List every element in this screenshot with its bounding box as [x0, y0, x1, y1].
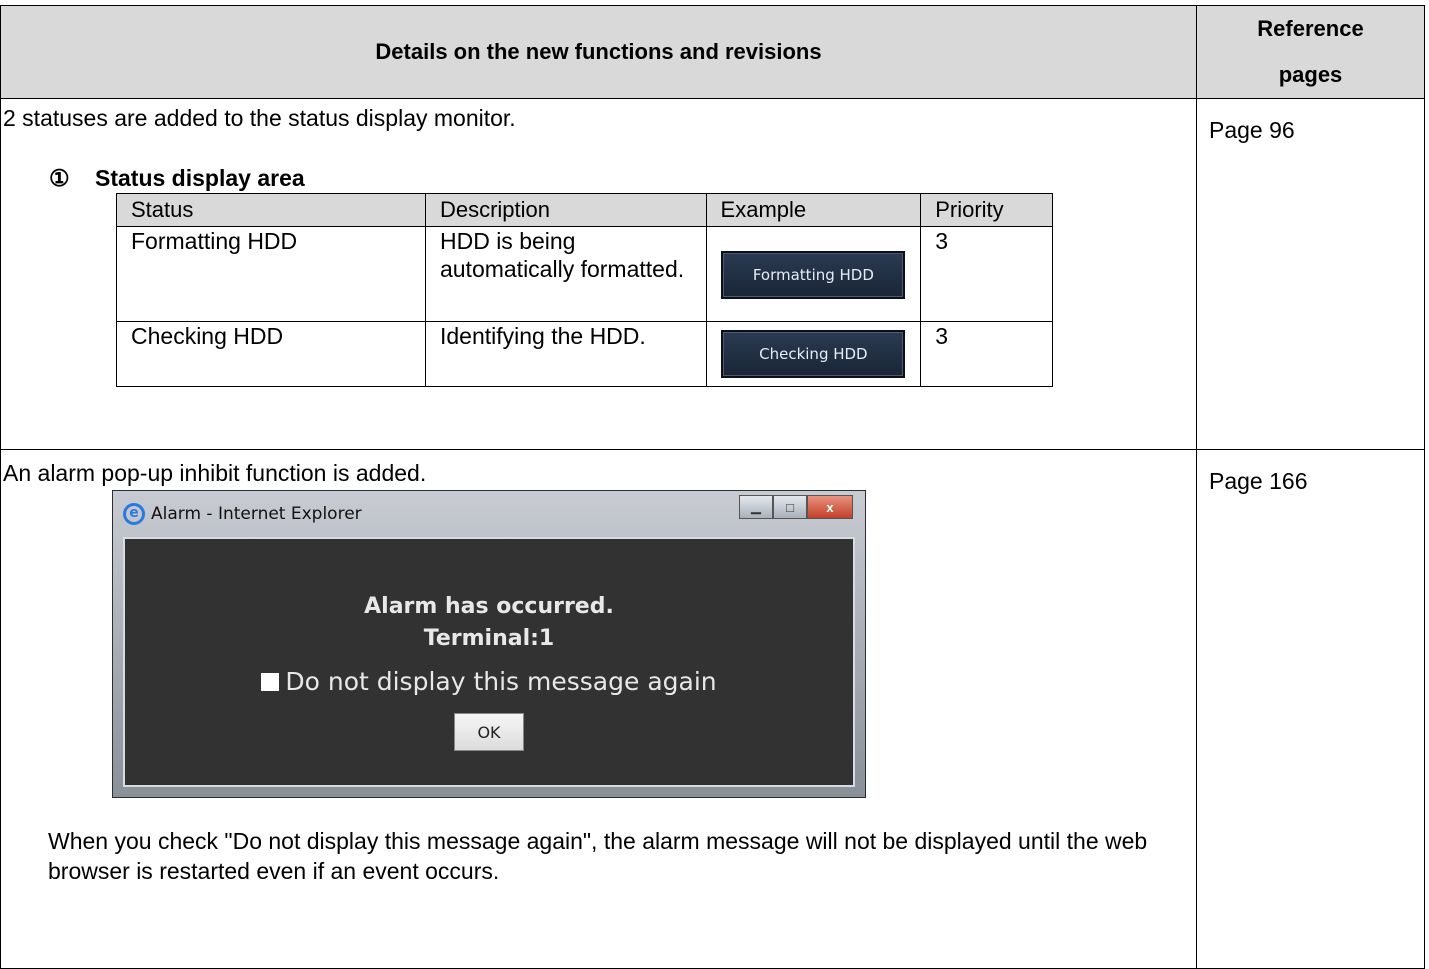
formatting-hdd-status-badge: Formatting HDD: [721, 251, 906, 299]
minimize-icon[interactable]: ▁: [739, 495, 773, 519]
alarm-message-line1: Alarm has occurred.: [364, 594, 614, 619]
internet-explorer-icon: e: [123, 503, 145, 525]
reference-header-line1: Reference: [1257, 16, 1364, 41]
circled-number: ①: [49, 165, 70, 191]
col-header-priority: Priority: [920, 193, 1053, 227]
alarm-reference-cell: Page 166: [1196, 449, 1425, 969]
popup-titlebar: e Alarm - Internet Explorer: [123, 499, 362, 529]
priority-cell: 3: [920, 321, 1053, 387]
status-cell: Formatting HDD: [116, 226, 426, 322]
reference-header: Reference pages: [1196, 5, 1425, 99]
window-controls: ▁ □ x: [739, 495, 853, 519]
reference-header-line2: pages: [1278, 62, 1343, 87]
status-revision-row: 2 statuses are added to the status displ…: [0, 98, 1425, 450]
table-row: Formatting HDD HDD is being automaticall…: [116, 226, 1053, 322]
status-cell: Checking HDD: [116, 321, 426, 387]
popup-window-title: Alarm - Internet Explorer: [151, 504, 362, 524]
status-table: Status Description Example Priority Form…: [116, 193, 1053, 387]
status-table-header: Status Description Example Priority: [116, 193, 1053, 227]
section-heading: ① Status display area: [49, 163, 1196, 193]
priority-cell: 3: [920, 226, 1053, 322]
status-reference-cell: Page 96: [1196, 98, 1425, 450]
alarm-message: Alarm has occurred. Terminal:1: [125, 591, 853, 655]
alarm-popup-window: e Alarm - Internet Explorer ▁ □ x Alarm …: [112, 490, 866, 798]
suppress-checkbox-row[interactable]: Do not display this message again: [125, 667, 853, 696]
status-intro: 2 statuses are added to the status displ…: [3, 105, 516, 131]
close-icon[interactable]: x: [807, 495, 853, 519]
description-cell: HDD is being automatically formatted.: [424, 226, 707, 322]
description-cell: Identifying the HDD.: [424, 321, 707, 387]
example-cell: Formatting HDD: [705, 226, 922, 322]
checking-hdd-status-badge: Checking HDD: [721, 330, 906, 378]
col-header-description: Description: [424, 193, 707, 227]
status-details-cell: 2 statuses are added to the status displ…: [0, 98, 1197, 450]
alarm-intro: An alarm pop-up inhibit function is adde…: [3, 460, 427, 486]
header-row: Details on the new functions and revisio…: [0, 5, 1425, 99]
col-header-status: Status: [116, 193, 426, 227]
popup-body: Alarm has occurred. Terminal:1 Do not di…: [123, 537, 855, 787]
alarm-note: When you check "Do not display this mess…: [48, 828, 1148, 884]
example-cell: Checking HDD: [705, 321, 922, 387]
section-title: Status display area: [95, 165, 305, 191]
table-row: Checking HDD Identifying the HDD. Checki…: [116, 321, 1053, 387]
revisions-table: Details on the new functions and revisio…: [0, 5, 1425, 969]
alarm-message-line2: Terminal:1: [423, 626, 555, 651]
suppress-checkbox[interactable]: [261, 672, 280, 691]
ok-button[interactable]: OK: [454, 713, 524, 751]
maximize-icon[interactable]: □: [773, 495, 807, 519]
suppress-checkbox-label[interactable]: Do not display this message again: [285, 667, 716, 696]
details-header: Details on the new functions and revisio…: [0, 5, 1197, 99]
col-header-example: Example: [705, 193, 922, 227]
